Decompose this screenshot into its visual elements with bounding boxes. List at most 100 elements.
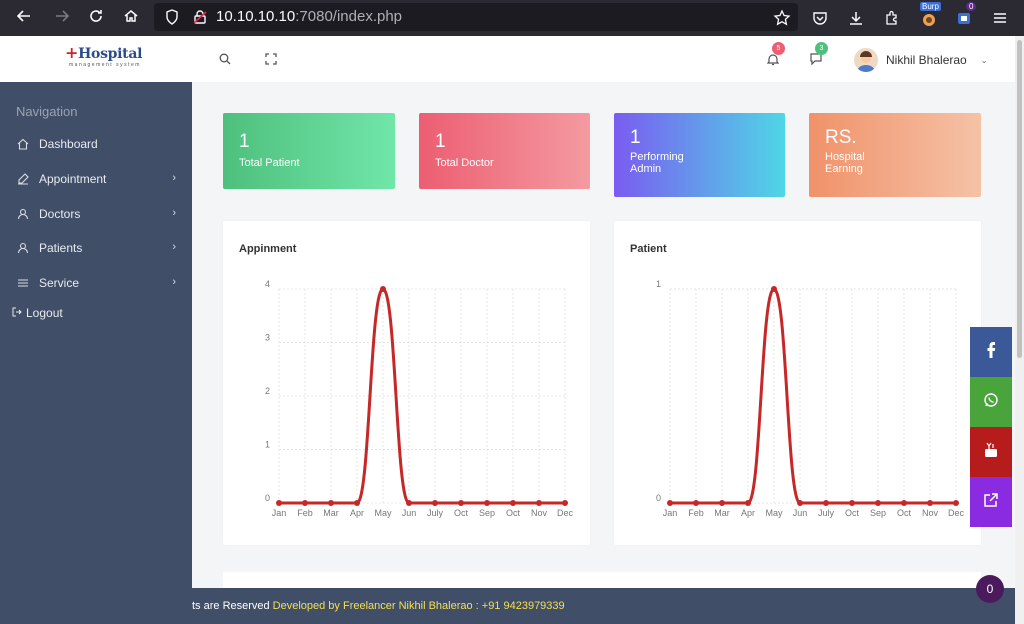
extension-badge-icon[interactable]: 0	[952, 2, 977, 30]
x-tick-label: Oct	[506, 508, 521, 518]
extensions-icon[interactable]	[880, 6, 904, 30]
download-icon[interactable]	[844, 6, 868, 30]
data-point[interactable]	[745, 500, 751, 506]
sidebar-item-dashboard[interactable]: Dashboard	[0, 129, 192, 159]
data-point[interactable]	[823, 500, 829, 506]
pocket-icon[interactable]	[808, 6, 832, 30]
x-tick-label: Oct	[845, 508, 860, 518]
data-point[interactable]	[875, 500, 881, 506]
floating-counter-badge[interactable]: 0	[976, 575, 1004, 603]
footer-developer-link[interactable]: Developed by Freelancer Nikhil Bhalerao …	[273, 600, 565, 612]
data-point[interactable]	[380, 286, 386, 292]
facebook-button[interactable]	[970, 327, 1012, 377]
x-tick-label: Jun	[402, 508, 417, 518]
patient-chart-panel: Patient 0 1 Jan Feb Mar Apr May Jun July Oct Sep Oc…	[614, 221, 981, 545]
hospital-earning-card[interactable]: RS. Hospital Earning	[809, 113, 981, 197]
bell-icon[interactable]: 5	[764, 42, 785, 68]
x-tick-label: Feb	[297, 508, 313, 518]
appointment-line-chart: 0 1 2 3 4 Jan Feb Mar Apr May Jun July Oct Sep Oct Nov D…	[265, 279, 574, 518]
logo-subtitle: management system	[69, 62, 141, 68]
data-point[interactable]	[953, 500, 959, 506]
burp-extension-icon[interactable]: Burp	[917, 2, 941, 30]
card-label: Total Doctor	[435, 157, 494, 169]
data-point[interactable]	[849, 500, 855, 506]
total-doctor-card[interactable]: 1 Total Doctor	[419, 113, 590, 189]
menu-icon	[16, 276, 30, 290]
data-point[interactable]	[484, 500, 490, 506]
sidebar-item-doctors[interactable]: Doctors ›	[0, 199, 192, 229]
back-arrow-icon[interactable]	[12, 4, 36, 28]
data-point[interactable]	[354, 500, 360, 506]
x-tick-label: Mar	[714, 508, 730, 518]
extension-badge-count: 0	[966, 2, 977, 11]
whatsapp-button[interactable]	[970, 377, 1012, 427]
data-point[interactable]	[328, 500, 334, 506]
total-patient-card[interactable]: 1 Total Patient	[223, 113, 395, 189]
data-point[interactable]	[432, 500, 438, 506]
insecure-lock-icon[interactable]	[188, 5, 212, 29]
data-point[interactable]	[667, 500, 673, 506]
sidebar-item-appointment[interactable]: Appointment ›	[0, 164, 192, 194]
data-point[interactable]	[927, 500, 933, 506]
sidebar-item-label: Appointment	[39, 172, 107, 186]
fullscreen-icon[interactable]	[262, 50, 280, 68]
chevron-down-icon: ⌄	[980, 55, 988, 65]
hospital-logo[interactable]: +Hospital management system	[65, 43, 142, 68]
card-value: 1	[435, 131, 446, 152]
data-point[interactable]	[510, 500, 516, 506]
user-icon	[16, 207, 30, 221]
x-tick-label: Jun	[793, 508, 808, 518]
page-scrollbar[interactable]	[1015, 36, 1024, 624]
sidebar-item-patients[interactable]: Patients ›	[0, 233, 192, 263]
sidebar-title: Navigation	[16, 104, 78, 119]
bookmark-star-icon[interactable]	[770, 6, 794, 30]
y-tick-label: 0	[656, 493, 661, 503]
share-button[interactable]	[970, 477, 1012, 527]
card-value: RS.	[825, 127, 857, 148]
data-point[interactable]	[797, 500, 803, 506]
chevron-right-icon: ›	[172, 172, 176, 184]
sidebar-item-label: Doctors	[39, 207, 81, 221]
data-point[interactable]	[901, 500, 907, 506]
x-tick-label: Nov	[922, 508, 939, 518]
y-tick-label: 0	[265, 493, 270, 503]
card-value: 1	[630, 127, 641, 148]
data-point[interactable]	[771, 286, 777, 292]
hamburger-menu-icon[interactable]	[988, 6, 1012, 30]
user-menu[interactable]: Nikhil Bhalerao ⌄	[854, 48, 987, 72]
card-value: 1	[239, 131, 250, 152]
data-point[interactable]	[276, 500, 282, 506]
scrollbar-thumb[interactable]	[1017, 40, 1022, 358]
footer-copyright: ts are Reserved	[192, 600, 270, 612]
card-label: Hospital Earning	[825, 151, 865, 175]
forward-arrow-icon[interactable]	[50, 4, 74, 28]
sidebar-item-service[interactable]: Service ›	[0, 268, 192, 298]
data-point[interactable]	[406, 500, 412, 506]
logout-link[interactable]: Logout	[12, 306, 63, 320]
data-point[interactable]	[693, 500, 699, 506]
data-point[interactable]	[536, 500, 542, 506]
logo-title: +Hospital	[65, 43, 143, 62]
data-point[interactable]	[719, 500, 725, 506]
data-point[interactable]	[458, 500, 464, 506]
user-icon	[16, 241, 30, 255]
youtube-button[interactable]	[970, 427, 1012, 477]
data-point[interactable]	[562, 500, 568, 506]
x-tick-label: July	[818, 508, 835, 518]
sidebar-item-label: Patients	[39, 241, 83, 255]
url-text: 10.10.10.10:7080/index.php	[216, 8, 403, 25]
home-icon[interactable]	[119, 4, 143, 28]
home-icon	[16, 137, 30, 151]
chevron-right-icon: ›	[172, 241, 176, 253]
series-line	[669, 287, 956, 505]
y-tick-label: 1	[656, 279, 661, 289]
message-icon[interactable]: 3	[807, 42, 828, 68]
reload-icon[interactable]	[84, 4, 108, 28]
footer: ts are Reserved Developed by Freelancer …	[192, 588, 1015, 624]
shield-icon[interactable]	[160, 5, 184, 29]
edit-icon	[16, 172, 30, 186]
search-icon[interactable]	[216, 50, 234, 68]
card-label: Performing Admin	[630, 151, 684, 175]
performing-admin-card[interactable]: 1 Performing Admin	[614, 113, 785, 197]
data-point[interactable]	[302, 500, 308, 506]
